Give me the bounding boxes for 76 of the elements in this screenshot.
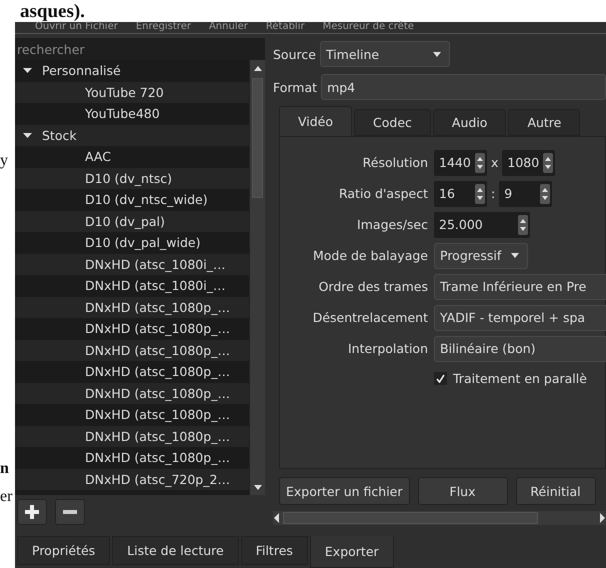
- caret-icon: [432, 52, 441, 56]
- dock-tab[interactable]: Exporter: [310, 536, 394, 568]
- expanded-arrow-icon[interactable]: [23, 66, 32, 76]
- minus-icon: [63, 510, 77, 514]
- dock-tab[interactable]: Propriétés: [17, 536, 110, 565]
- dropdown[interactable]: Progressif: [434, 242, 528, 268]
- field-label: Ordre des trames: [318, 279, 428, 294]
- up-arrow-icon[interactable]: [254, 66, 262, 70]
- spin-field[interactable]: 9: [499, 180, 552, 206]
- expanded-arrow-icon[interactable]: [23, 130, 32, 140]
- field-label: Images/sec: [356, 217, 428, 232]
- tab[interactable]: Codec: [354, 109, 431, 136]
- tab[interactable]: Vidéo: [279, 106, 352, 136]
- action-button[interactable]: Exporter un fichier: [279, 477, 410, 505]
- tree-item[interactable]: DNxHD (atsc_1080p_…: [15, 340, 249, 361]
- dropdown[interactable]: Trame Inférieure en Pre: [434, 274, 606, 300]
- checkbox[interactable]: [434, 372, 447, 384]
- field-label: Désentrelacement: [312, 310, 428, 325]
- right-arrow-icon[interactable]: [598, 513, 606, 523]
- dock-tab[interactable]: Filtres: [240, 536, 308, 565]
- separator-text: :: [491, 186, 496, 201]
- field-label: Résolution: [362, 155, 428, 170]
- field-label: Ratio d'aspect: [338, 186, 428, 201]
- tree-item[interactable]: D10 (dv_pal): [15, 210, 249, 232]
- search-field[interactable]: rechercher: [15, 38, 265, 60]
- scrollbar-thumb[interactable]: [283, 512, 538, 524]
- caret-icon: [254, 484, 262, 490]
- toolbar-button[interactable]: Annuler: [208, 22, 248, 33]
- tab[interactable]: Audio: [432, 109, 506, 136]
- tree-item[interactable]: DNxHD (atsc_1080i_…: [15, 254, 249, 275]
- scrollbar[interactable]: [249, 60, 265, 495]
- tree-item[interactable]: D10 (dv_ntsc): [15, 168, 249, 189]
- page-text: er: [0, 488, 14, 506]
- page-text: n: [0, 460, 10, 478]
- spin-arrows-icon[interactable]: [543, 152, 554, 172]
- spin-arrows-icon[interactable]: [475, 152, 485, 172]
- scrollbar-thumb[interactable]: [252, 78, 263, 198]
- field-label: Mode de balayage: [312, 248, 428, 263]
- spin-arrows-icon[interactable]: [540, 184, 550, 204]
- toolbar-button[interactable]: Rétablir: [266, 22, 305, 33]
- toolbar-button[interactable]: Enregistrer: [136, 22, 191, 33]
- field-label: Source: [273, 46, 316, 62]
- tree-item[interactable]: DNxHD (atsc_720p_2…: [15, 468, 249, 490]
- action-button[interactable]: Flux: [418, 477, 508, 505]
- horizontal-scrollbar[interactable]: [273, 511, 606, 525]
- tree-item[interactable]: YouTube 720: [15, 82, 249, 103]
- spin-field[interactable]: 1440: [434, 150, 487, 176]
- tab[interactable]: Autre: [508, 109, 580, 136]
- page-text: asques).: [19, 0, 86, 22]
- spin-field[interactable]: 25.000: [434, 212, 530, 238]
- field-label: Format: [273, 80, 318, 94]
- spin-field[interactable]: 1080: [502, 150, 556, 176]
- page-text: y: [0, 152, 9, 170]
- dropdown[interactable]: Bilinéaire (bon): [434, 336, 606, 362]
- caret-icon: [511, 253, 520, 258]
- action-button[interactable]: Réinitial: [516, 477, 596, 505]
- toolbar-button[interactable]: Ouvrir un Fichier: [35, 22, 118, 33]
- add-button[interactable]: [17, 499, 47, 525]
- dropdown[interactable]: YADIF - temporel + spa: [434, 304, 606, 330]
- remove-button[interactable]: [55, 499, 85, 525]
- field-label: Interpolation: [347, 341, 428, 356]
- dock-tab[interactable]: Liste de lecture: [112, 536, 239, 565]
- separator-text: x: [491, 155, 498, 170]
- spin-arrows-icon[interactable]: [475, 184, 485, 204]
- spin-arrows-icon[interactable]: [518, 214, 528, 234]
- tree-category[interactable]: Stock: [15, 124, 249, 146]
- plus-icon: [25, 505, 39, 519]
- spin-field[interactable]: 16: [434, 180, 487, 206]
- format-dropdown[interactable]: mp4: [321, 74, 606, 100]
- source-dropdown[interactable]: Timeline: [320, 41, 450, 67]
- tree-item[interactable]: DNxHD (atsc_1080p_…: [15, 382, 249, 404]
- left-arrow-icon[interactable]: [273, 513, 281, 523]
- checkbox-label: Traitement en parallè: [453, 370, 587, 386]
- tree-item[interactable]: DNxHD (atsc_1080p_…: [15, 296, 249, 318]
- tree-item[interactable]: DNxHD (atsc_1080p_…: [15, 426, 249, 447]
- toolbar-button[interactable]: Mesureur de crête: [322, 22, 414, 33]
